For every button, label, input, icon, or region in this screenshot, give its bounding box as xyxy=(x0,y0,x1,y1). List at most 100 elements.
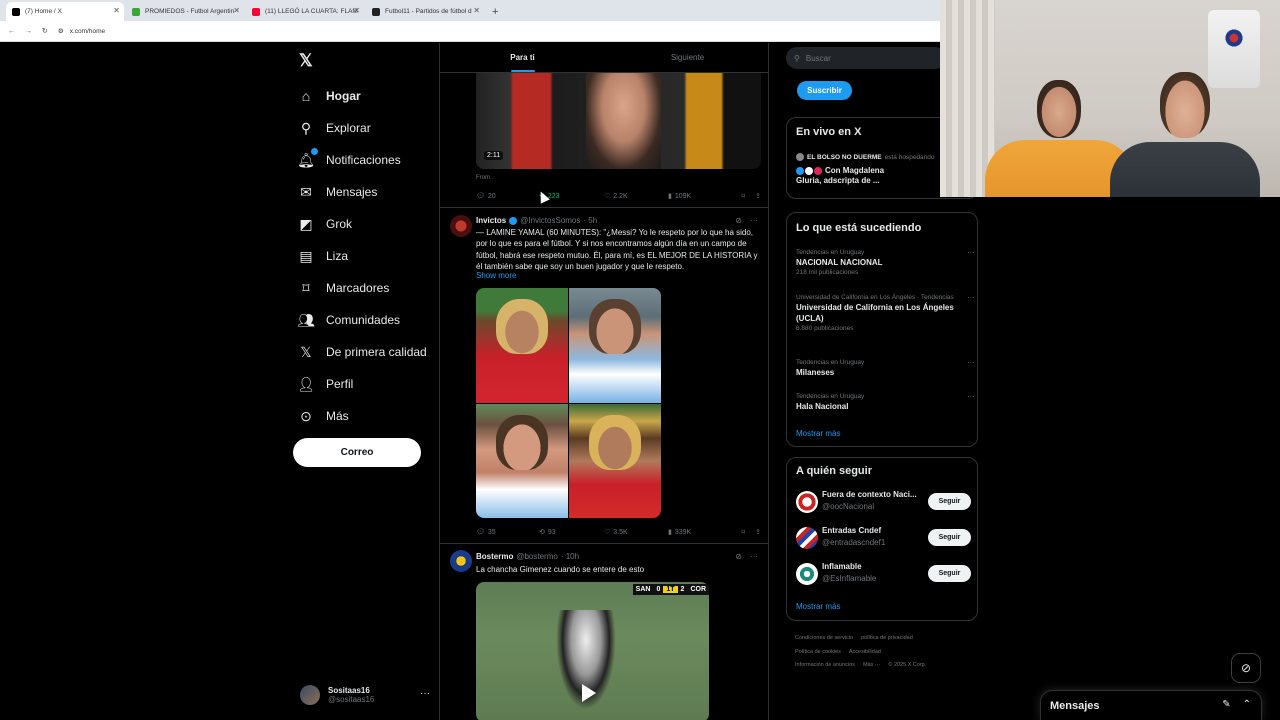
retweet-button[interactable]: ⟲ 93 xyxy=(539,528,604,537)
browser-tab-promiedos[interactable]: PROMIEDOS - Futbol Argentin ✕ xyxy=(126,2,244,21)
back-icon[interactable]: ← xyxy=(8,28,15,35)
follow-button[interactable]: Seguir xyxy=(928,493,971,510)
more-icon[interactable]: ··· xyxy=(967,293,975,302)
views-button[interactable]: ▮ 109K xyxy=(668,192,734,201)
close-icon[interactable]: ✕ xyxy=(473,6,480,15)
play-icon[interactable] xyxy=(582,684,596,702)
author-handle[interactable]: @bostermo xyxy=(516,552,557,561)
follow-suggestion[interactable]: Fuera de contexto Naci... @oocNacional S… xyxy=(796,489,971,515)
subscribe-button[interactable]: Suscribir xyxy=(797,81,852,100)
share-icon[interactable]: ⇪ xyxy=(755,192,761,200)
live-host[interactable]: EL BOLSO NO DUERME está hospedando xyxy=(796,153,935,161)
search-icon: ⚲ xyxy=(300,119,312,136)
close-icon[interactable]: ✕ xyxy=(113,6,120,15)
messages-drawer-title: Mensajes xyxy=(1050,699,1100,712)
nav-item-bookmarks[interactable]: ⌑ Marcadores xyxy=(298,272,438,304)
share-icon[interactable]: ⇪ xyxy=(755,528,761,536)
search-input[interactable]: ⚲ Buscar xyxy=(786,47,946,69)
post-button[interactable]: Correo xyxy=(293,438,421,467)
more-icon[interactable]: ··· xyxy=(967,358,975,367)
avatar xyxy=(300,685,320,705)
author-handle[interactable]: @InvictosSomos xyxy=(520,216,580,225)
tweet-time[interactable]: · 5h xyxy=(583,216,597,225)
tweet-video[interactable]: SAN 0 1T 2 COR xyxy=(476,582,709,720)
follow-suggestion[interactable]: Entradas Cndef @entradascndef1 Seguir xyxy=(796,525,971,551)
like-button[interactable]: ♡ 2.2K xyxy=(604,192,668,201)
show-more-link[interactable]: Show more xyxy=(476,271,516,280)
address-bar[interactable]: ⚙ x.com/home xyxy=(58,27,105,36)
footer-link[interactable]: Condiciones de servicio xyxy=(795,635,853,641)
nav-item-messages[interactable]: ✉ Mensajes xyxy=(298,176,438,208)
more-icon[interactable]: ··· xyxy=(967,392,975,401)
live-space-title[interactable]: Con Magdalena Gluria, adscripta de ... xyxy=(796,166,906,186)
browser-tab-youtube[interactable]: (11) LLEGÓ LA CUARTA: FLAM ✕ xyxy=(246,2,364,21)
footer-link[interactable]: Accesibilidad xyxy=(849,649,881,655)
follow-button[interactable]: Seguir xyxy=(928,529,971,546)
nav-label: Grok xyxy=(326,217,353,231)
show-more-follow-link[interactable]: Mostrar más xyxy=(796,602,840,611)
nav-item-more[interactable]: ⊙ Más xyxy=(298,400,438,432)
close-icon[interactable]: ✕ xyxy=(233,6,240,15)
close-icon[interactable]: ✕ xyxy=(353,6,360,15)
nav-item-premium[interactable]: 𝕏 De primera calidad xyxy=(298,336,438,368)
chevron-up-icon[interactable]: ⌃ xyxy=(1243,699,1251,710)
tweet-image[interactable] xyxy=(569,288,661,403)
tweet-video[interactable] xyxy=(476,72,761,169)
grok-icon[interactable]: ⊘ xyxy=(735,216,742,225)
follow-button[interactable]: Seguir xyxy=(928,565,971,582)
footer-link[interactable]: política de privacidad xyxy=(861,635,913,641)
account-switcher[interactable]: Sositaas16 @sositaas16 ··· xyxy=(300,684,430,706)
nav-item-notifications[interactable]: 🔔︎ Notificaciones xyxy=(297,144,438,176)
reply-button[interactable]: 💬︎ 35 xyxy=(476,528,539,537)
tweet-image[interactable] xyxy=(476,288,568,403)
bookmark-icon[interactable]: ⌑ xyxy=(742,192,746,200)
site-info-icon[interactable]: ⚙ xyxy=(58,27,64,35)
new-tab-button[interactable]: + xyxy=(486,6,504,21)
footer-link[interactable]: Política de cookies xyxy=(795,649,841,655)
tweet-image-grid[interactable] xyxy=(476,288,661,518)
messages-drawer[interactable]: Mensajes ✎ ⌃ xyxy=(1040,690,1262,720)
show-more-trends-link[interactable]: Mostrar más xyxy=(796,429,840,438)
trend-item[interactable]: Tendencias en Uruguay Hala Nacional ··· xyxy=(796,392,975,412)
more-icon[interactable]: ··· xyxy=(750,216,758,225)
nav-item-explore[interactable]: ⚲ Explorar xyxy=(298,112,438,144)
reload-icon[interactable]: ↻ xyxy=(42,27,48,35)
more-icon[interactable]: ··· xyxy=(967,248,975,257)
nav-item-profile[interactable]: 👤︎ Perfil xyxy=(297,368,438,400)
footer-link[interactable]: Más ··· xyxy=(863,662,880,668)
views-button[interactable]: ▮ 339K xyxy=(668,528,734,537)
tweet-image[interactable] xyxy=(569,403,661,518)
grok-button[interactable]: ⊘ xyxy=(1231,653,1261,683)
bookmark-icon[interactable]: ⌑ xyxy=(742,528,746,536)
tab-following[interactable]: Siguiente xyxy=(605,43,768,72)
author-name[interactable]: Invictos xyxy=(476,216,506,225)
avatar[interactable] xyxy=(450,215,472,237)
x-logo-icon[interactable]: 𝕏 xyxy=(299,51,313,71)
grok-icon[interactable]: ⊘ xyxy=(735,552,742,561)
nav-item-home[interactable]: ⌂ Hogar xyxy=(298,80,438,112)
avatar[interactable] xyxy=(450,550,472,572)
tweet-time[interactable]: · 10h xyxy=(561,552,579,561)
trend-item[interactable]: Universidad de California en Los Ángeles… xyxy=(796,293,975,334)
author-name[interactable]: Bostermo xyxy=(476,552,513,561)
more-icon[interactable]: ··· xyxy=(750,552,758,561)
browser-tab-home[interactable]: (7) Home / X ✕ xyxy=(6,2,124,21)
tab-for-you[interactable]: Para ti xyxy=(440,43,605,72)
webcam-person xyxy=(1110,72,1260,197)
browser-tab-futbol11[interactable]: Futbol11 - Partidos de fútbol d ✕ xyxy=(366,2,484,21)
more-icon[interactable]: ··· xyxy=(420,688,430,699)
forward-icon[interactable]: → xyxy=(25,28,32,35)
tweet-header: Bostermo @bostermo · 10h xyxy=(476,552,579,561)
tweet-image[interactable] xyxy=(476,403,568,518)
new-message-icon[interactable]: ✎ xyxy=(1222,699,1230,710)
browser-tab-strip: (7) Home / X ✕ PROMIEDOS - Futbol Argent… xyxy=(0,0,940,21)
footer-link[interactable]: Información de anuncios xyxy=(795,662,855,668)
nav-item-communities[interactable]: 👥︎ Comunidades xyxy=(297,304,438,336)
like-button[interactable]: ♡ 3.5K xyxy=(604,528,668,537)
trend-item[interactable]: Tendencias en Uruguay NACIONAL NACIONAL … xyxy=(796,248,975,278)
nav-item-lists[interactable]: ▤ Liza xyxy=(298,240,438,272)
reply-button[interactable]: 💬︎ 20 xyxy=(476,192,539,201)
trend-item[interactable]: Tendencias en Uruguay Milaneses ··· xyxy=(796,358,975,378)
follow-suggestion[interactable]: Inflamable @EsInflamable Seguir xyxy=(796,561,971,587)
nav-item-grok[interactable]: ◩ Grok xyxy=(298,208,438,240)
